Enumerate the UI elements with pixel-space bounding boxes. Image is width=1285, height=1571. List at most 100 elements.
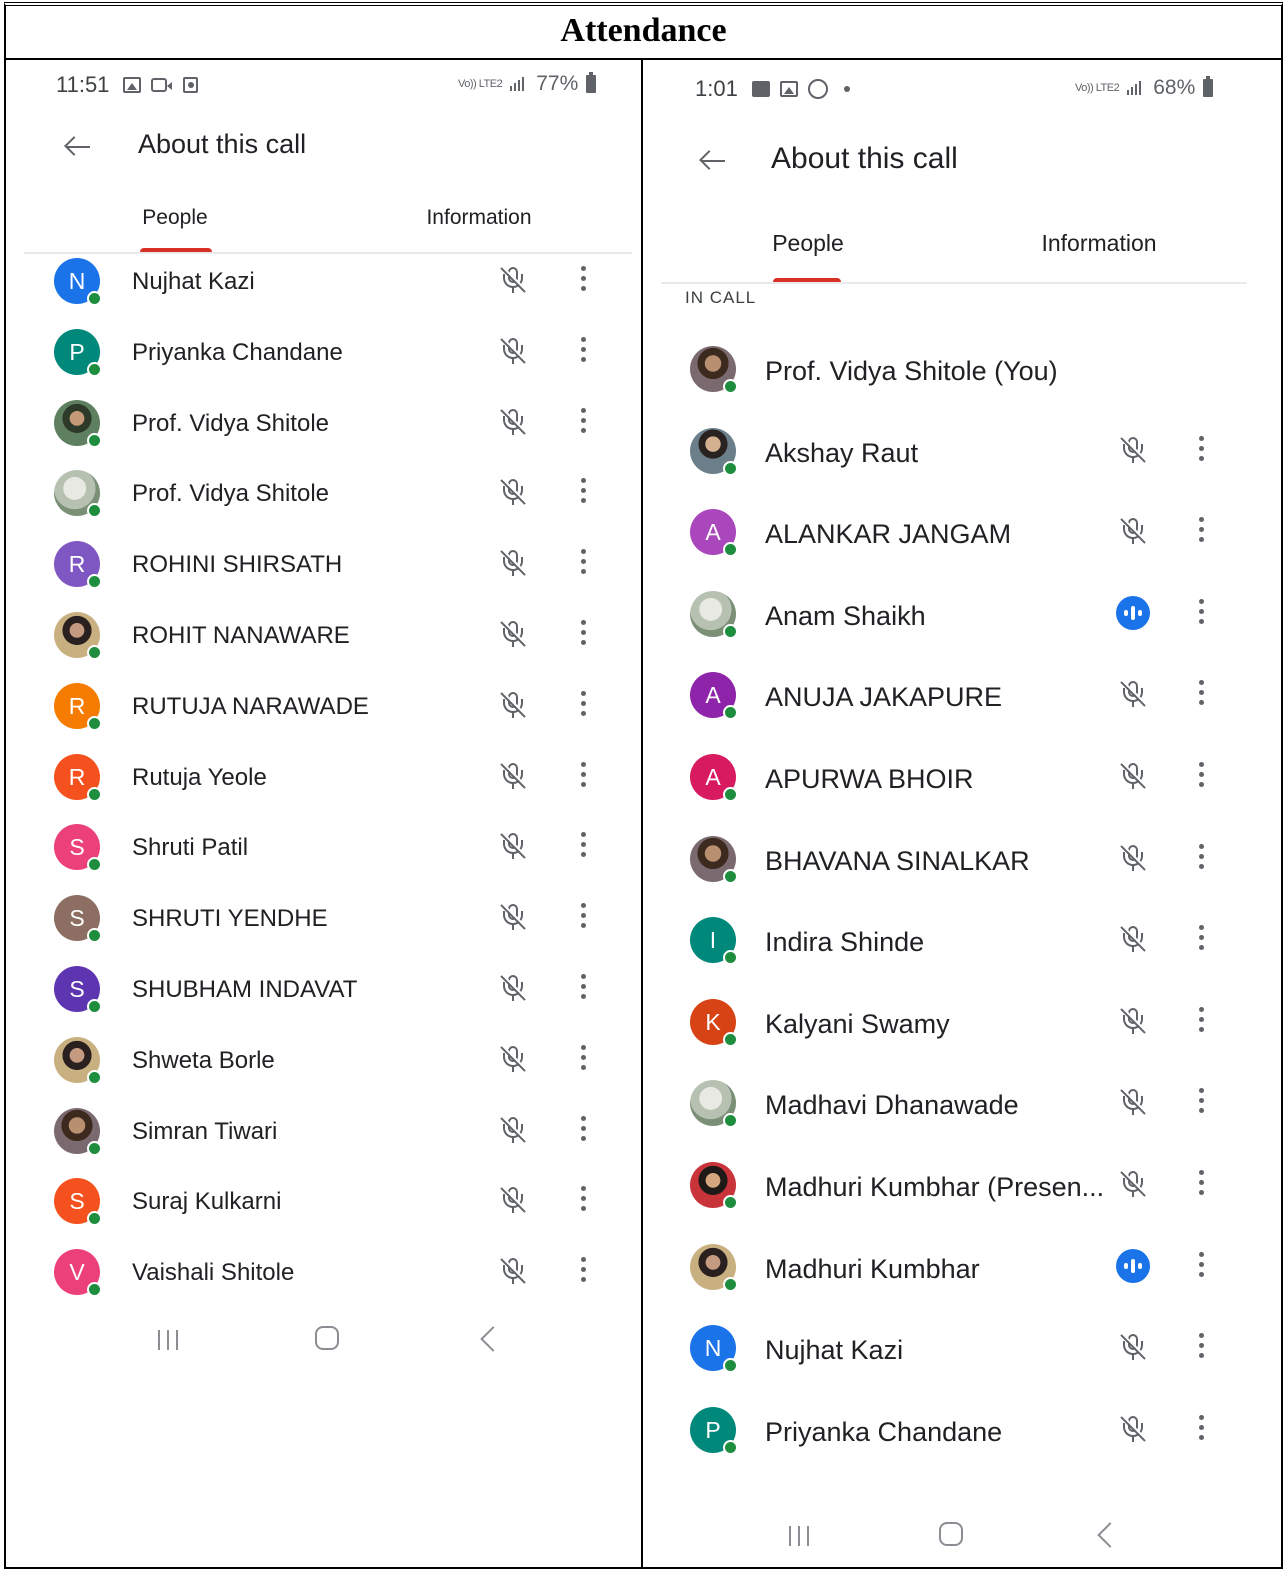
participant-row[interactable]: Madhuri Kumbhar: [643, 1242, 1281, 1302]
online-status-icon: [87, 857, 102, 873]
participant-row[interactable]: A APURWA BHOIR: [643, 752, 1281, 812]
participant-row[interactable]: R Rutuja Yeole: [6, 752, 641, 812]
home-icon[interactable]: [939, 1522, 963, 1546]
more-options-icon[interactable]: [574, 477, 594, 507]
more-options-icon[interactable]: [1192, 1414, 1212, 1444]
more-options-icon[interactable]: [574, 761, 594, 791]
mic-off-icon: [1119, 1006, 1147, 1036]
avatar: [54, 1036, 102, 1085]
more-options-icon[interactable]: [1192, 1251, 1212, 1281]
avatar: S: [54, 895, 102, 944]
participant-name: SHRUTI YENDHE: [132, 905, 328, 933]
participant-row[interactable]: Prof. Vidya Shitole: [6, 398, 641, 458]
participant-row[interactable]: BHAVANA SINALKAR: [643, 834, 1281, 894]
more-options-icon[interactable]: [574, 831, 594, 861]
participant-name: Prof. Vidya Shitole (You): [765, 356, 1058, 386]
more-options-icon[interactable]: [1192, 435, 1212, 465]
participant-list: N Nujhat Kazi P Priyanka Chandane Prof. Vidy…: [6, 250, 641, 1310]
online-status-icon: [87, 574, 102, 590]
avatar-initial: A: [705, 682, 721, 709]
mic-off-icon: [499, 336, 527, 366]
participant-row[interactable]: K Kalyani Swamy: [643, 997, 1281, 1057]
more-options-icon[interactable]: [1192, 1169, 1212, 1199]
participant-name: SHUBHAM INDAVAT: [132, 976, 358, 1003]
more-options-icon[interactable]: [574, 902, 594, 932]
nav-back-icon[interactable]: [480, 1326, 506, 1352]
participant-row[interactable]: S Suraj Kulkarni: [6, 1176, 641, 1236]
participant-name: ANUJA JAKAPURE: [765, 682, 1003, 713]
participant-row[interactable]: R ROHINI SHIRSATH: [6, 539, 641, 599]
participant-row[interactable]: Shweta Borle: [6, 1035, 641, 1095]
tab-information[interactable]: Information: [404, 206, 554, 230]
participant-row[interactable]: Akshay Raut: [643, 426, 1281, 486]
participant-name: Madhavi Dhanawade: [765, 1090, 1019, 1121]
mic-off-icon: [499, 1044, 527, 1074]
participant-row[interactable]: Prof. Vidya Shitole: [6, 468, 641, 528]
online-status-icon: [87, 715, 102, 731]
more-options-icon[interactable]: [574, 336, 594, 366]
participant-row[interactable]: P Priyanka Chandane: [643, 1405, 1281, 1465]
participant-row[interactable]: P Priyanka Chandane: [6, 327, 641, 387]
more-options-icon[interactable]: [1192, 598, 1212, 628]
online-status-icon: [723, 542, 738, 558]
participant-name: BHAVANA SINALKAR: [765, 845, 1030, 876]
participant-row[interactable]: N Nujhat Kazi: [6, 256, 641, 316]
participant-row[interactable]: S Shruti Patil: [6, 822, 641, 882]
more-options-icon[interactable]: [574, 973, 594, 1003]
participant-row[interactable]: N Nujhat Kazi: [643, 1323, 1281, 1383]
participant-row[interactable]: Anam Shaikh: [643, 589, 1281, 649]
more-options-icon[interactable]: [574, 1044, 594, 1074]
participant-row[interactable]: ROHIT NANAWARE: [6, 610, 641, 670]
nav-back-icon[interactable]: [1097, 1522, 1123, 1548]
mic-off-icon: [499, 690, 527, 720]
more-options-icon[interactable]: [1192, 516, 1212, 546]
sim-notification-icon: [751, 81, 770, 97]
recent-apps-icon[interactable]: [789, 1524, 811, 1546]
more-options-icon[interactable]: [574, 1256, 594, 1286]
participant-name: Nujhat Kazi: [132, 268, 255, 295]
tab-people[interactable]: People: [755, 230, 861, 257]
more-options-icon[interactable]: [1192, 1006, 1212, 1036]
gallery-notification-icon: [779, 81, 798, 97]
back-arrow-icon[interactable]: [699, 147, 727, 175]
network-icon: Vo)) LTE2: [458, 78, 503, 90]
more-options-icon[interactable]: [574, 265, 594, 295]
avatar: R: [54, 682, 102, 731]
participant-list: Prof. Vidya Shitole (You) Akshay Raut A ALA…: [643, 332, 1281, 1494]
participant-row[interactable]: A ANUJA JAKAPURE: [643, 670, 1281, 730]
document-title: Attendance: [560, 12, 727, 49]
more-options-icon[interactable]: [574, 407, 594, 437]
participant-row[interactable]: R RUTUJA NARAWADE: [6, 681, 641, 741]
participant-name: Madhuri Kumbhar (Presen...: [765, 1172, 1105, 1202]
participant-row[interactable]: S SHUBHAM INDAVAT: [6, 964, 641, 1024]
tab-information[interactable]: Information: [1021, 230, 1177, 257]
participant-row[interactable]: I Indira Shinde: [643, 915, 1281, 975]
more-options-icon[interactable]: [1192, 924, 1212, 954]
more-options-icon[interactable]: [574, 619, 594, 649]
online-status-icon: [87, 503, 102, 519]
battery-percent: 77%: [536, 72, 579, 95]
status-time: 11:51: [56, 72, 110, 97]
participant-row[interactable]: A ALANKAR JANGAM: [643, 507, 1281, 567]
home-icon[interactable]: [315, 1326, 339, 1350]
status-bar: 1:01: [695, 76, 860, 102]
more-options-icon[interactable]: [1192, 1087, 1212, 1117]
participant-row[interactable]: Prof. Vidya Shitole (You): [643, 344, 1281, 404]
more-options-icon[interactable]: [574, 690, 594, 720]
more-options-icon[interactable]: [574, 1115, 594, 1145]
more-options-icon[interactable]: [1192, 679, 1212, 709]
gallery-notification-icon: [123, 77, 142, 93]
more-options-icon[interactable]: [1192, 1332, 1212, 1362]
participant-row[interactable]: Madhuri Kumbhar (Presen...: [643, 1160, 1281, 1220]
more-options-icon[interactable]: [574, 548, 594, 578]
participant-row[interactable]: V Vaishali Shitole: [6, 1247, 641, 1307]
more-options-icon[interactable]: [574, 1185, 594, 1215]
tab-people[interactable]: People: [120, 206, 230, 230]
participant-row[interactable]: Simran Tiwari: [6, 1106, 641, 1166]
more-options-icon[interactable]: [1192, 761, 1212, 791]
participant-row[interactable]: S SHRUTI YENDHE: [6, 893, 641, 953]
participant-row[interactable]: Madhavi Dhanawade: [643, 1078, 1281, 1138]
more-options-icon[interactable]: [1192, 843, 1212, 873]
back-arrow-icon[interactable]: [64, 133, 92, 161]
recent-apps-icon[interactable]: [158, 1328, 180, 1350]
